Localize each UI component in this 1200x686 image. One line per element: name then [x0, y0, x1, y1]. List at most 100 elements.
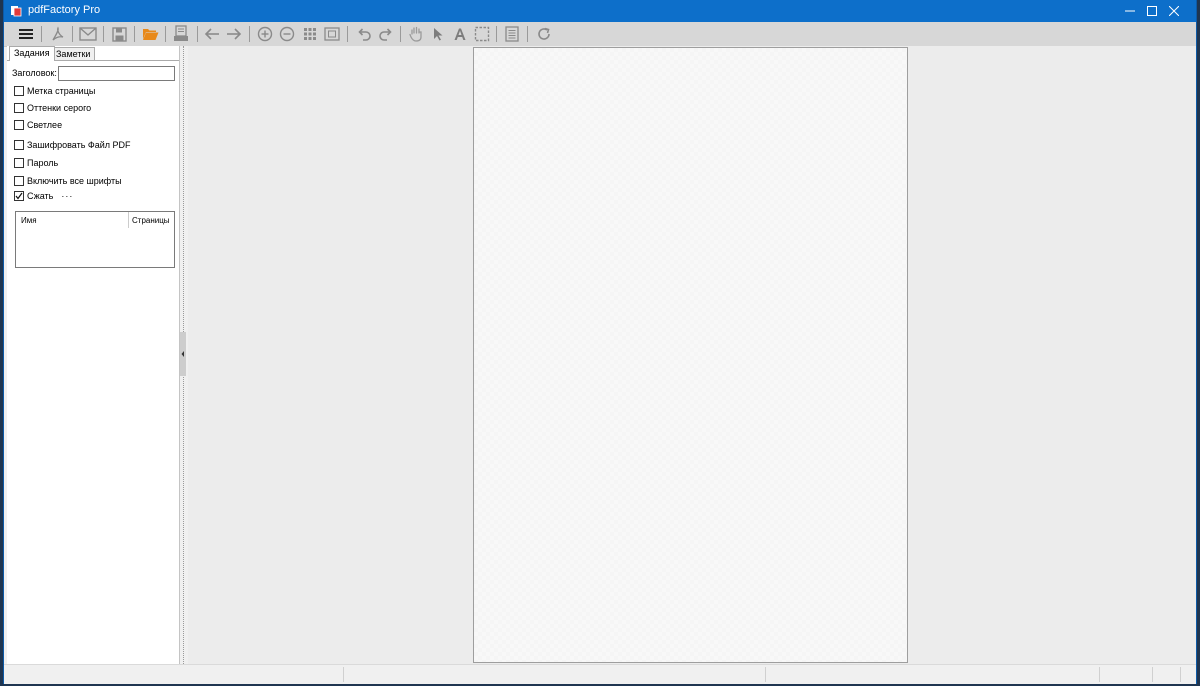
- email-button[interactable]: [78, 24, 98, 44]
- option-grayscale[interactable]: Оттенки серого: [14, 102, 91, 114]
- checkbox[interactable]: [14, 140, 24, 150]
- hand-tool-icon: [409, 26, 422, 42]
- option-label: Сжать: [27, 191, 54, 201]
- status-divider: [1099, 667, 1100, 682]
- fit-page-button[interactable]: [322, 24, 342, 44]
- more-options-button[interactable]: ···: [61, 190, 73, 202]
- toolbar-separator: [347, 26, 348, 42]
- title-bar: pdfFactory Pro: [4, 0, 1196, 22]
- option-compress[interactable]: Сжать ···: [14, 190, 73, 202]
- column-header-pages[interactable]: Страницы: [132, 216, 170, 225]
- status-divider: [1152, 667, 1153, 682]
- column-divider: [128, 212, 129, 228]
- app-icon: [11, 6, 22, 17]
- option-embed-fonts[interactable]: Включить все шрифты: [14, 175, 122, 187]
- window-title: pdfFactory Pro: [28, 4, 101, 16]
- text-tool-icon: [454, 28, 466, 40]
- status-bar: [4, 664, 1196, 684]
- forward-arrow-icon: [227, 28, 242, 40]
- column-header-name[interactable]: Имя: [21, 216, 37, 225]
- toolbar-separator: [134, 26, 135, 42]
- text-tool-button[interactable]: [450, 24, 470, 44]
- option-password[interactable]: Пароль: [14, 157, 58, 169]
- checkmark-icon: [15, 192, 23, 200]
- fit-page-icon: [324, 27, 340, 41]
- panel-tabs: Задания Заметки: [7, 46, 179, 61]
- option-label: Включить все шрифты: [27, 176, 122, 186]
- option-label: Светлее: [27, 120, 63, 130]
- jobs-list[interactable]: Имя Страницы: [15, 211, 175, 268]
- save-icon: [111, 26, 127, 42]
- document-viewer[interactable]: [188, 46, 1196, 664]
- toolbar-separator: [72, 26, 73, 42]
- back-arrow-icon: [204, 28, 219, 40]
- close-icon: [1169, 6, 1179, 16]
- back-button[interactable]: [202, 24, 222, 44]
- menu-button[interactable]: [16, 24, 36, 44]
- toolbar-separator: [400, 26, 401, 42]
- option-label: Зашифровать Файл PDF: [27, 140, 131, 150]
- thumbnails-icon: [304, 28, 316, 40]
- undo-icon: [358, 28, 371, 41]
- refresh-button[interactable]: [534, 24, 554, 44]
- zoom-in-icon: [257, 26, 273, 42]
- document-button[interactable]: [502, 24, 522, 44]
- print-icon: [174, 25, 188, 41]
- tab-jobs[interactable]: Задания: [9, 46, 55, 61]
- email-icon: [79, 27, 97, 41]
- refresh-icon: [538, 27, 550, 40]
- jobs-panel: Задания Заметки Заголовок: Метка страниц…: [7, 46, 180, 664]
- checkbox[interactable]: [14, 103, 24, 113]
- thumbnails-button[interactable]: [300, 24, 320, 44]
- option-lighter[interactable]: Светлее: [14, 119, 62, 131]
- pointer-icon: [434, 28, 443, 41]
- zoom-out-button[interactable]: [277, 24, 297, 44]
- toolbar-separator: [103, 26, 104, 42]
- app-window: pdfFactory Pro Задания Заметки Заголовок…: [4, 0, 1196, 684]
- option-page-mark[interactable]: Метка страницы: [14, 85, 95, 97]
- tab-notes[interactable]: Заметки: [51, 47, 96, 61]
- toolbar-separator: [165, 26, 166, 42]
- checkbox[interactable]: [14, 158, 24, 168]
- pdf-button[interactable]: [48, 24, 68, 44]
- checkbox[interactable]: [14, 120, 24, 130]
- document-icon: [505, 26, 519, 42]
- save-button[interactable]: [109, 24, 129, 44]
- status-divider: [343, 667, 344, 682]
- zoom-in-button[interactable]: [255, 24, 275, 44]
- toolbar: [4, 22, 1196, 47]
- toolbar-separator: [527, 26, 528, 42]
- blank-page[interactable]: [473, 47, 908, 663]
- zoom-out-icon: [279, 26, 295, 42]
- checkbox[interactable]: [14, 86, 24, 96]
- undo-button[interactable]: [354, 24, 374, 44]
- close-button[interactable]: [1152, 0, 1196, 22]
- menu-icon: [19, 29, 33, 39]
- toolbar-separator: [41, 26, 42, 42]
- checkbox-checked[interactable]: [14, 191, 24, 201]
- splitter-collapse-handle[interactable]: [180, 332, 186, 376]
- pdf-icon: [52, 26, 64, 41]
- redo-icon: [379, 28, 392, 41]
- print-button[interactable]: [171, 24, 191, 44]
- title-label: Заголовок:: [12, 68, 57, 78]
- checkbox[interactable]: [14, 176, 24, 186]
- option-label: Метка страницы: [27, 86, 96, 96]
- select-area-icon: [474, 26, 490, 42]
- hand-tool-button[interactable]: [406, 24, 426, 44]
- option-encrypt-pdf[interactable]: Зашифровать Файл PDF: [14, 139, 131, 151]
- toolbar-separator: [197, 26, 198, 42]
- title-label-row: Заголовок:: [12, 67, 57, 79]
- open-button[interactable]: [140, 24, 160, 44]
- redo-button[interactable]: [376, 24, 396, 44]
- toolbar-separator: [496, 26, 497, 42]
- open-folder-icon: [142, 29, 158, 40]
- panel-splitter[interactable]: [180, 46, 188, 664]
- pointer-button[interactable]: [428, 24, 448, 44]
- option-label: Пароль: [27, 158, 59, 168]
- select-area-button[interactable]: [472, 24, 492, 44]
- status-divider: [1180, 667, 1181, 682]
- status-divider: [765, 667, 766, 682]
- forward-button[interactable]: [224, 24, 244, 44]
- title-input[interactable]: [58, 66, 175, 81]
